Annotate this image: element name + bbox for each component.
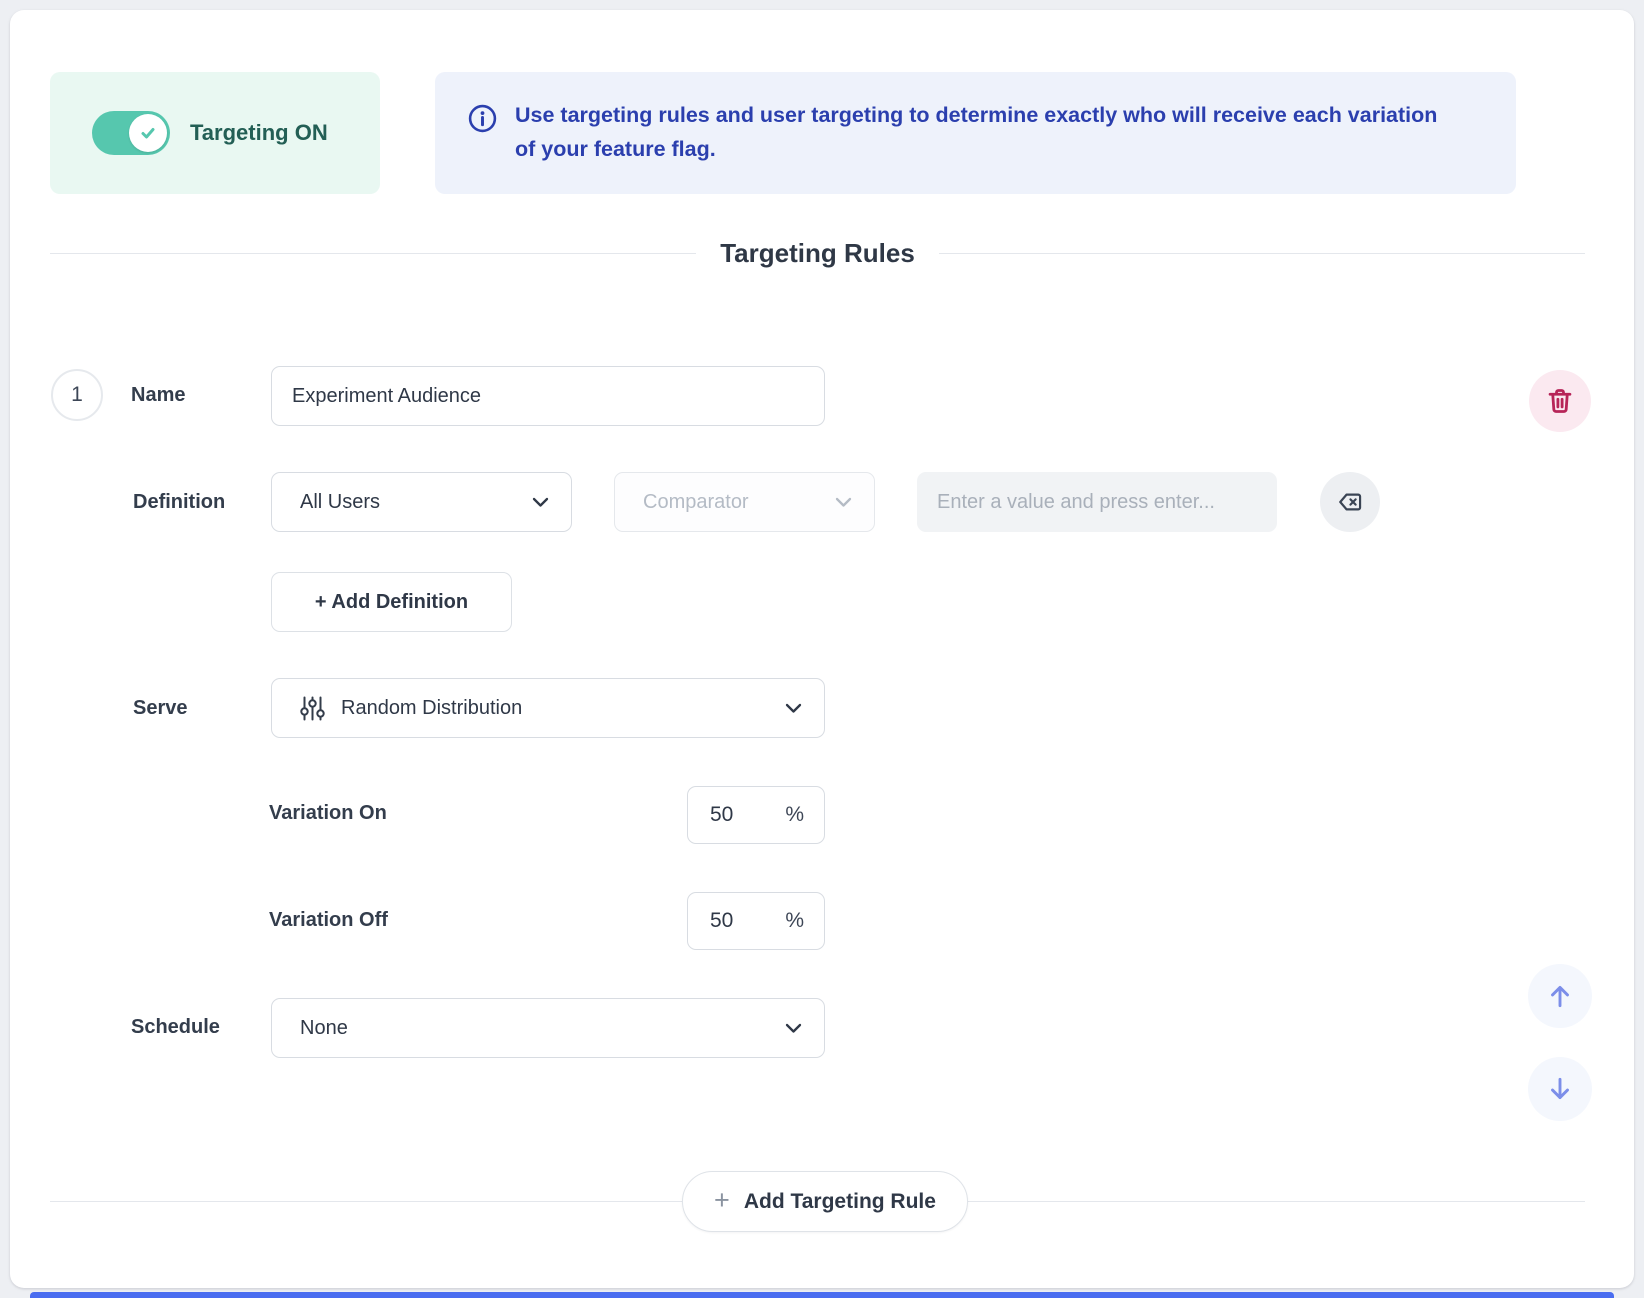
targeting-panel: Targeting ON Use targeting rules and use… bbox=[10, 10, 1634, 1288]
rule-number-badge: 1 bbox=[51, 369, 103, 421]
delete-rule-button[interactable] bbox=[1529, 370, 1591, 432]
page-title: Targeting Rules bbox=[720, 238, 915, 269]
arrow-down-icon bbox=[1545, 1074, 1575, 1104]
info-banner: Use targeting rules and user targeting t… bbox=[435, 72, 1516, 194]
trash-icon bbox=[1546, 387, 1574, 415]
schedule-select[interactable]: None bbox=[271, 998, 825, 1058]
variation-on-label: Variation On bbox=[269, 798, 387, 828]
add-definition-label: + Add Definition bbox=[315, 591, 468, 614]
move-rule-up-button[interactable] bbox=[1528, 964, 1592, 1028]
section-header: Targeting Rules bbox=[50, 238, 1585, 269]
info-banner-text: Use targeting rules and user targeting t… bbox=[515, 98, 1455, 166]
schedule-label: Schedule bbox=[131, 1012, 220, 1042]
comparator-select[interactable]: Comparator bbox=[614, 472, 875, 532]
backspace-icon bbox=[1337, 489, 1363, 515]
serve-select[interactable]: Random Distribution bbox=[271, 678, 825, 738]
definition-value-input[interactable] bbox=[917, 472, 1277, 532]
chevron-down-icon bbox=[785, 1023, 802, 1034]
add-targeting-rule-button[interactable]: + Add Targeting Rule bbox=[682, 1171, 968, 1232]
definition-label: Definition bbox=[133, 487, 225, 517]
variation-off-input[interactable] bbox=[688, 909, 754, 933]
targeting-status-box: Targeting ON bbox=[50, 72, 380, 194]
toggle-knob bbox=[129, 114, 167, 152]
bottom-accent-bar bbox=[30, 1292, 1614, 1298]
clear-value-button[interactable] bbox=[1320, 472, 1380, 532]
chevron-down-icon bbox=[785, 703, 802, 714]
serve-label: Serve bbox=[133, 693, 188, 723]
divider-right bbox=[939, 253, 1585, 254]
targeting-status-label: Targeting ON bbox=[190, 120, 328, 146]
variation-on-input[interactable] bbox=[688, 803, 754, 827]
serve-select-value: Random Distribution bbox=[341, 697, 773, 720]
variation-off-label: Variation Off bbox=[269, 905, 388, 935]
variation-off-field: % bbox=[687, 892, 825, 950]
variation-on-field: % bbox=[687, 786, 825, 844]
sliders-icon bbox=[300, 695, 325, 722]
divider-left bbox=[50, 253, 696, 254]
schedule-select-value: None bbox=[300, 1017, 773, 1040]
chevron-down-icon bbox=[532, 497, 549, 508]
arrow-up-icon bbox=[1545, 981, 1575, 1011]
add-definition-button[interactable]: + Add Definition bbox=[271, 572, 512, 632]
rule-name-input[interactable] bbox=[271, 366, 825, 426]
audience-select-value: All Users bbox=[300, 491, 520, 514]
percent-sign: % bbox=[785, 803, 804, 827]
chevron-down-icon bbox=[835, 497, 852, 508]
move-rule-down-button[interactable] bbox=[1528, 1057, 1592, 1121]
add-targeting-rule-label: Add Targeting Rule bbox=[744, 1190, 936, 1214]
targeting-toggle[interactable] bbox=[92, 111, 170, 155]
plus-icon: + bbox=[714, 1187, 730, 1214]
name-label: Name bbox=[131, 380, 185, 410]
percent-sign: % bbox=[785, 909, 804, 933]
check-icon bbox=[138, 123, 158, 143]
audience-select[interactable]: All Users bbox=[271, 472, 572, 532]
info-icon bbox=[467, 103, 498, 139]
comparator-select-placeholder: Comparator bbox=[643, 491, 823, 514]
